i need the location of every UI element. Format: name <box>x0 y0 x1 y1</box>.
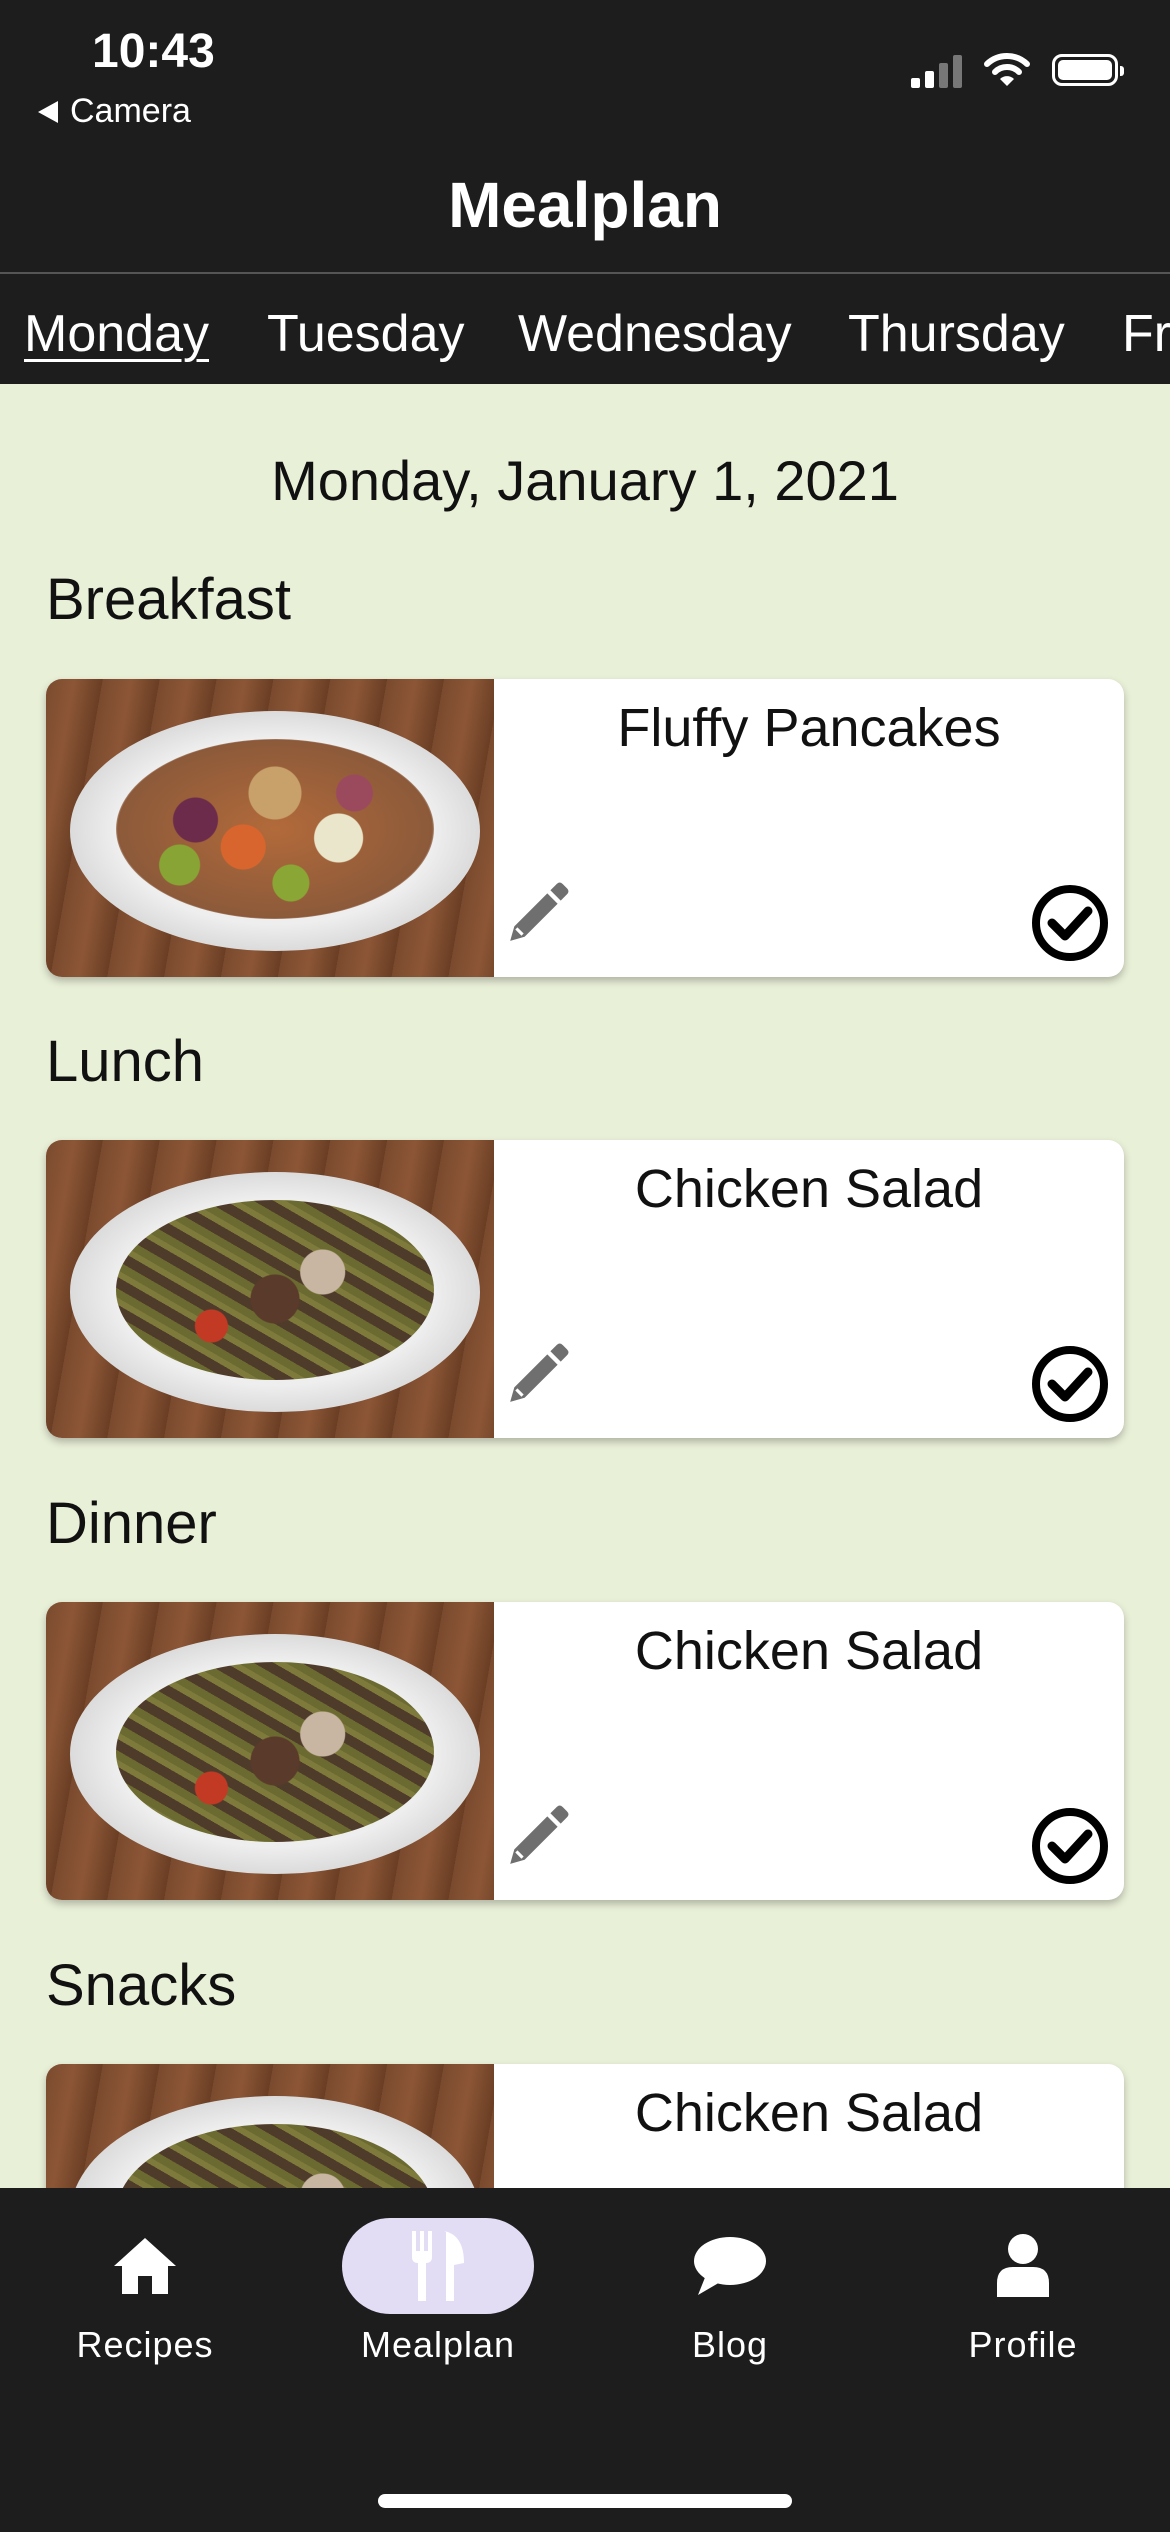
back-to-camera-link[interactable]: Camera <box>38 92 191 131</box>
nav-profile-label: Profile <box>968 2324 1078 2365</box>
tab-monday[interactable]: Monday <box>24 304 209 364</box>
nav-mealplan-label: Mealplan <box>360 2324 516 2365</box>
back-arrow-icon <box>38 100 58 123</box>
home-icon <box>114 2238 176 2294</box>
user-icon <box>997 2234 1049 2297</box>
nav-blog[interactable]: Blog <box>620 2218 840 2366</box>
edit-pencil-icon[interactable] <box>504 1342 570 1408</box>
day-tabs: Monday Tuesday Wednesday Thursday Fr <box>0 274 1170 384</box>
battery-icon <box>1052 54 1124 86</box>
nav-recipes[interactable]: Recipes <box>35 2218 255 2366</box>
recipe-name: Chicken Salad <box>634 1621 984 1681</box>
meal-section-title: Lunch <box>46 1029 205 1094</box>
status-icons <box>911 52 1124 88</box>
recipe-name: Fluffy Pancakes <box>617 698 1001 758</box>
recipe-name: Chicken Salad <box>634 2083 984 2143</box>
cellular-signal-icon <box>911 52 962 88</box>
chat-bubble-icon <box>694 2237 766 2295</box>
nav-mealplan[interactable]: Mealplan <box>328 2218 548 2366</box>
date-heading: Monday, January 1, 2021 <box>271 449 899 512</box>
wifi-icon <box>984 53 1030 86</box>
recipe-photo <box>46 1140 494 1438</box>
check-circle-icon[interactable] <box>1030 1344 1110 1424</box>
nav-recipes-label: Recipes <box>76 2324 214 2365</box>
top-bar: 10:43 Camera Mealplan <box>0 0 1170 272</box>
check-circle-icon[interactable] <box>1030 883 1110 963</box>
nav-blog-label: Blog <box>691 2324 769 2365</box>
tab-friday[interactable]: Fr <box>1122 304 1170 364</box>
recipe-photo <box>46 679 494 977</box>
page-title: Mealplan <box>448 169 722 241</box>
recipe-photo <box>46 1602 494 1900</box>
tab-thursday[interactable]: Thursday <box>848 304 1065 364</box>
check-circle-icon[interactable] <box>1030 1806 1110 1886</box>
meal-section-title: Snacks <box>46 1953 237 2018</box>
back-label: Camera <box>70 92 191 130</box>
meal-card-dinner[interactable]: Chicken Salad <box>46 1602 1124 1900</box>
home-indicator[interactable] <box>378 2494 792 2508</box>
meal-card-lunch[interactable]: Chicken Salad <box>46 1140 1124 1438</box>
edit-pencil-icon[interactable] <box>504 1804 570 1870</box>
tab-wednesday[interactable]: Wednesday <box>518 304 792 364</box>
meal-section-title: Breakfast <box>46 567 291 632</box>
bottom-nav: Recipes Mealplan Blog Profile <box>0 2188 1170 2532</box>
meal-section-title: Dinner <box>46 1491 217 1556</box>
recipe-name: Chicken Salad <box>634 1159 984 1219</box>
meal-card-breakfast[interactable]: Fluffy Pancakes <box>46 679 1124 977</box>
nav-profile[interactable]: Profile <box>913 2218 1133 2366</box>
edit-pencil-icon[interactable] <box>504 881 570 947</box>
utensils-icon <box>412 2231 464 2301</box>
status-time: 10:43 <box>92 25 215 78</box>
tab-tuesday[interactable]: Tuesday <box>267 304 465 364</box>
